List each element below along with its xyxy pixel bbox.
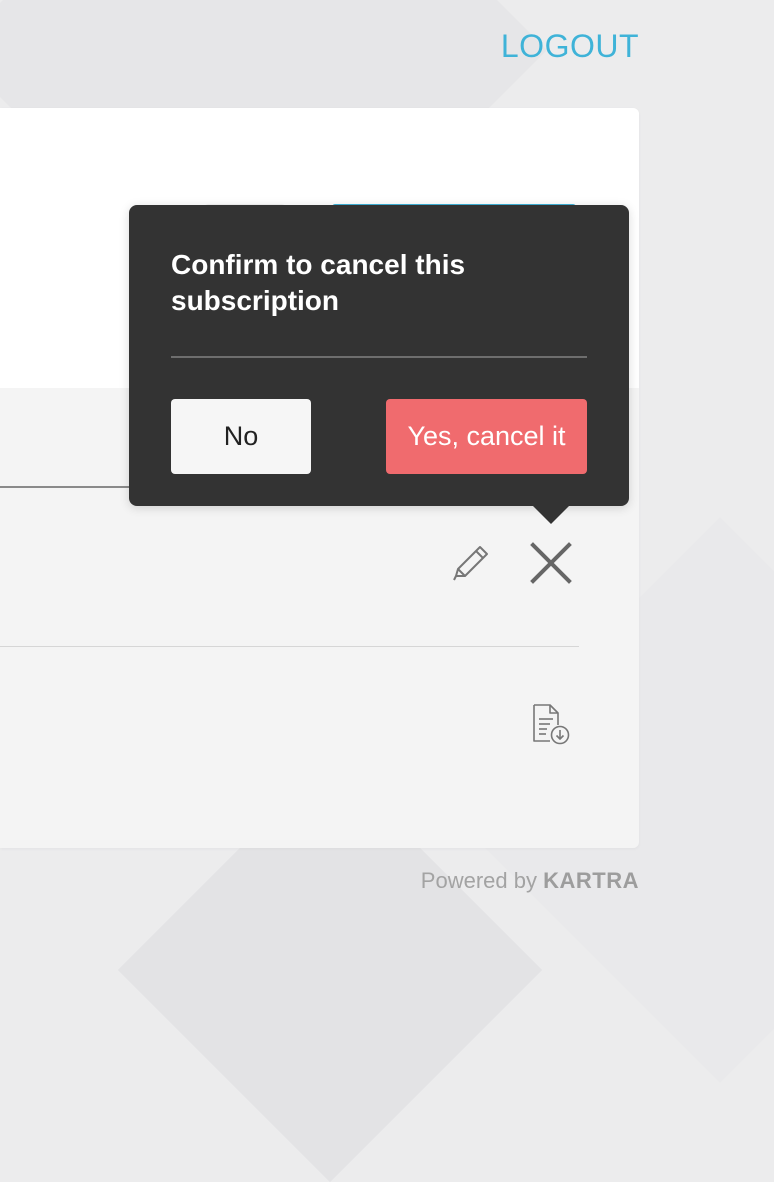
popover-title: Confirm to cancel this subscription (171, 249, 466, 316)
popover-divider (171, 356, 587, 358)
popover-arrow (531, 504, 571, 524)
document-download-icon (533, 704, 570, 745)
edit-subscription-button[interactable] (446, 540, 494, 588)
cancel-subscription-button[interactable] (526, 538, 576, 588)
close-icon (530, 542, 572, 584)
tab-underline (0, 486, 140, 488)
download-invoice-button[interactable] (526, 701, 574, 749)
yes-cancel-button[interactable]: Yes, cancel it (386, 399, 587, 474)
no-button[interactable]: No (171, 399, 311, 474)
powered-by-footer: Powered by KARTRA (421, 868, 639, 894)
kartra-brand[interactable]: KARTRA (543, 868, 639, 893)
cancel-confirmation-popover: Confirm to cancel this subscription No Y… (129, 205, 629, 506)
logout-link[interactable]: LOGOUT (501, 28, 639, 65)
row-divider (0, 646, 579, 647)
pencil-icon (453, 546, 488, 581)
powered-by-text: Powered by (420, 868, 537, 893)
